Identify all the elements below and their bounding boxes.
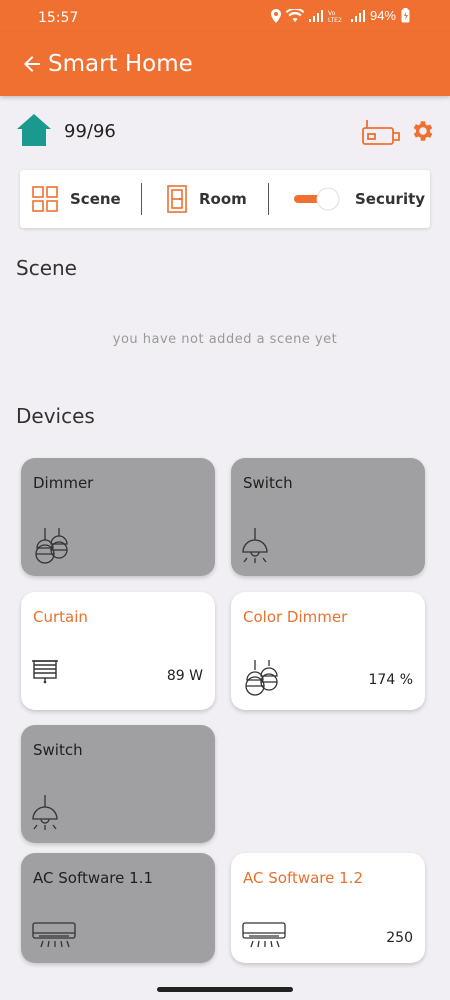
air-conditioner-icon (242, 922, 286, 948)
device-name: AC Software 1.1 (33, 869, 153, 887)
device-card-ac-1-2[interactable]: AC Software 1.2 250 (231, 853, 425, 963)
mode-tabs: Scene Room Security (20, 170, 430, 228)
gesture-nav-handle[interactable] (157, 987, 293, 992)
app-header: Smart Home (0, 32, 450, 96)
svg-text:Vo: Vo (328, 10, 336, 17)
blind-icon (32, 660, 58, 684)
tab-security-label: Security (355, 190, 426, 208)
gear-icon[interactable] (410, 118, 436, 144)
grid-icon (32, 186, 58, 212)
battery-percent: 94% (369, 8, 396, 23)
home-info-row: 99/96 (0, 112, 450, 152)
status-time: 15:57 (38, 10, 79, 26)
device-value: 250 (386, 930, 413, 946)
tab-room[interactable]: Room (167, 170, 247, 228)
device-name: Switch (243, 474, 293, 492)
device-value: 89 W (166, 668, 203, 684)
device-card-ac-1-1[interactable]: AC Software 1.1 (21, 853, 215, 963)
tab-divider (141, 183, 142, 215)
scene-section-title: Scene (16, 256, 77, 280)
home-icon[interactable] (16, 112, 52, 148)
device-name: Switch (33, 741, 83, 759)
tab-security[interactable]: Security (293, 170, 425, 228)
device-card-curtain[interactable]: Curtain 89 W (21, 592, 215, 710)
tab-divider (268, 183, 269, 215)
device-card-switch-2[interactable]: Switch (21, 725, 215, 843)
device-name: Dimmer (33, 474, 94, 492)
dimmer-lamps-icon (245, 660, 278, 696)
device-card-color-dimmer[interactable]: Color Dimmer 174 % (231, 592, 425, 710)
device-card-dimmer[interactable]: Dimmer (21, 458, 215, 576)
gateway-icon[interactable] (360, 118, 402, 148)
back-arrow-icon[interactable] (20, 52, 44, 76)
signal-icon-2 (350, 9, 365, 22)
device-value: 174 % (368, 672, 413, 688)
device-name: AC Software 1.2 (243, 869, 363, 887)
tab-room-label: Room (199, 190, 247, 208)
door-icon (167, 185, 187, 213)
air-conditioner-icon (32, 922, 76, 948)
security-toggle-icon[interactable] (293, 186, 341, 212)
svg-text:LTE2: LTE2 (328, 17, 342, 23)
tab-scene-label: Scene (70, 190, 121, 208)
pendant-lamp-icon (32, 795, 58, 830)
device-name: Curtain (33, 608, 88, 626)
status-bar: 15:57 Vo LTE2 94% (0, 0, 450, 32)
tab-scene[interactable]: Scene (32, 170, 121, 228)
home-count: 99/96 (64, 121, 116, 142)
dimmer-lamps-icon (35, 528, 68, 564)
signal-icon (308, 9, 323, 22)
devices-section-title: Devices (16, 404, 95, 428)
volte-icon: VoLTE2 (328, 10, 342, 23)
wifi-icon (285, 8, 304, 22)
status-icons: Vo LTE2 94% (270, 8, 410, 23)
location-icon (270, 8, 281, 23)
scene-empty-message: you have not added a scene yet (112, 332, 338, 347)
device-name: Color Dimmer (243, 608, 348, 626)
page-title: Smart Home (48, 51, 193, 77)
battery-icon (401, 8, 410, 23)
device-card-switch[interactable]: Switch (231, 458, 425, 576)
pendant-lamp-icon (242, 528, 268, 563)
